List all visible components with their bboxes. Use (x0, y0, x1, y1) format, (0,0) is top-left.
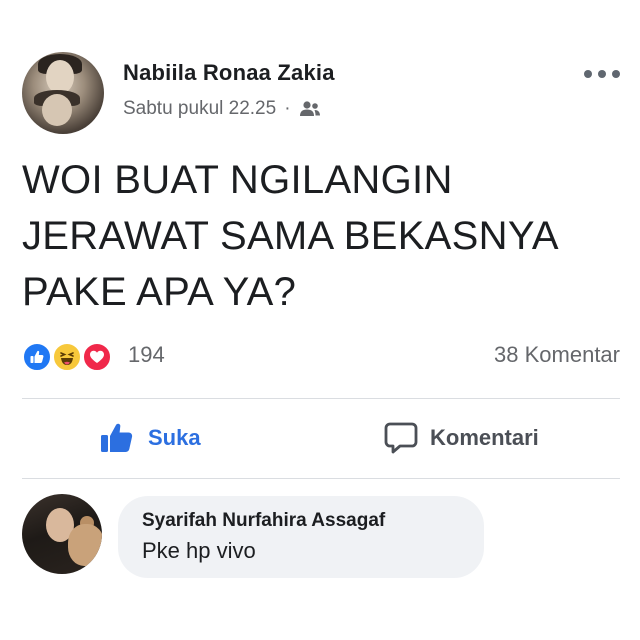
poster-avatar[interactable] (22, 52, 104, 134)
like-reaction-icon (22, 342, 52, 372)
post-meta: Sabtu pukul 22.25 · (123, 98, 321, 120)
post-text-line: JERAWAT SAMA BEKASNYA (22, 214, 559, 258)
post-text: WOI BUAT NGILANGIN JERAWAT SAMA BEKASNYA… (22, 152, 622, 320)
post-text-line: PAKE APA YA? (22, 270, 297, 314)
like-button[interactable]: Suka (100, 418, 201, 458)
reactions-summary[interactable]: 194 38 Komentar (22, 340, 620, 376)
thumbs-up-icon (101, 423, 133, 452)
comment-button-label: Komentari (430, 425, 539, 450)
more-options-icon[interactable] (584, 70, 620, 80)
reaction-icons[interactable] (22, 342, 122, 372)
comment-item: Syarifah Nurfahira Assagaf Pke hp vivo (22, 494, 622, 584)
love-reaction-icon (82, 342, 112, 372)
post-text-line: WOI BUAT NGILANGIN (22, 158, 453, 202)
commenter-name[interactable]: Syarifah Nurfahira Assagaf (142, 510, 460, 532)
like-button-label: Suka (148, 425, 201, 450)
comment-text: Pke hp vivo (142, 538, 256, 563)
haha-reaction-icon (52, 342, 82, 372)
divider (22, 398, 620, 399)
friends-icon[interactable] (299, 100, 321, 118)
comment-bubble-icon (384, 422, 418, 454)
divider (22, 478, 620, 479)
meta-separator: · (284, 98, 291, 119)
post-timestamp[interactable]: Sabtu pukul 22.25 (123, 98, 276, 120)
comment-bubble[interactable]: Syarifah Nurfahira Assagaf Pke hp vivo (118, 496, 484, 578)
poster-name[interactable]: Nabiila Ronaa Zakia (123, 60, 335, 86)
comment-button[interactable]: Komentari (384, 418, 539, 458)
comment-count[interactable]: 38 Komentar (494, 342, 620, 368)
commenter-avatar[interactable] (22, 494, 102, 574)
post-header: Nabiila Ronaa Zakia Sabtu pukul 22.25 · (22, 52, 622, 136)
reaction-count[interactable]: 194 (128, 342, 165, 368)
